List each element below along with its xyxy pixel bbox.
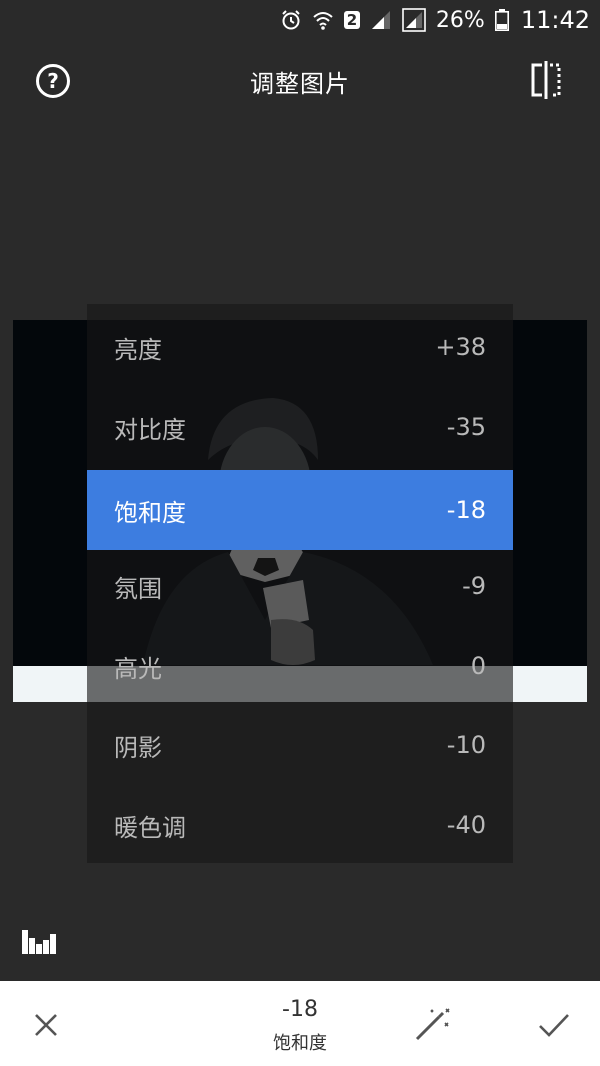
histogram-button[interactable]	[22, 928, 58, 954]
adjust-item-contrast[interactable]: 对比度 -35	[87, 387, 513, 467]
signal-icon	[370, 9, 392, 31]
page-title: 调整图片	[250, 70, 350, 98]
adjust-item-label: 阴影	[114, 733, 162, 762]
battery-percent: 26%	[435, 7, 485, 33]
adjust-item-label: 饱和度	[114, 498, 186, 527]
battery-icon	[494, 9, 509, 31]
adjust-item-value: -9	[462, 572, 486, 600]
adjust-item-value: -18	[446, 496, 486, 524]
adjustment-menu: 亮度 +38 对比度 -35 饱和度 -18 氛围 -9 高光 0 阴影 -10…	[87, 304, 513, 863]
wifi-icon	[312, 9, 334, 31]
adjust-item-saturation[interactable]: 饱和度 -18	[87, 470, 513, 550]
alarm-icon	[280, 9, 302, 31]
compare-button[interactable]	[528, 60, 564, 100]
adjust-item-ambiance[interactable]: 氛围 -9	[87, 546, 513, 626]
adjust-item-value: 0	[470, 652, 486, 680]
adjust-item-warmth[interactable]: 暖色调 -40	[87, 785, 513, 865]
sim-slot-badge: 2	[343, 11, 360, 29]
compare-icon	[531, 61, 561, 99]
top-app-bar: ? 调整图片	[0, 40, 600, 120]
signal-icon	[402, 8, 426, 32]
bottom-toolbar: -18 饱和度	[0, 981, 600, 1066]
checkmark-icon	[539, 1014, 569, 1037]
adjust-item-label: 氛围	[114, 574, 162, 603]
adjust-item-value: +38	[435, 333, 486, 361]
current-adjust-name: 饱和度	[273, 1033, 327, 1054]
adjust-item-label: 高光	[114, 654, 162, 683]
cancel-button[interactable]	[30, 1009, 62, 1041]
adjust-item-label: 亮度	[114, 335, 162, 364]
adjust-item-brightness[interactable]: 亮度 +38	[87, 307, 513, 387]
status-bar: 2 26% 11:42	[0, 0, 600, 40]
auto-adjust-button[interactable]	[413, 1007, 453, 1043]
apply-button[interactable]	[536, 1009, 572, 1041]
close-icon	[35, 1014, 57, 1036]
magic-wand-icon	[415, 1008, 450, 1041]
status-clock: 11:42	[520, 6, 590, 34]
adjust-item-value: -40	[446, 811, 486, 839]
histogram-icon	[22, 930, 56, 954]
current-adjust-value: -18	[282, 997, 318, 1022]
adjust-item-value: -35	[446, 413, 486, 441]
adjust-item-label: 对比度	[114, 415, 186, 444]
adjust-item-highlights[interactable]: 高光 0	[87, 626, 513, 706]
adjust-item-label: 暖色调	[114, 813, 186, 842]
adjust-item-shadows[interactable]: 阴影 -10	[87, 705, 513, 785]
adjust-item-value: -10	[446, 731, 486, 759]
